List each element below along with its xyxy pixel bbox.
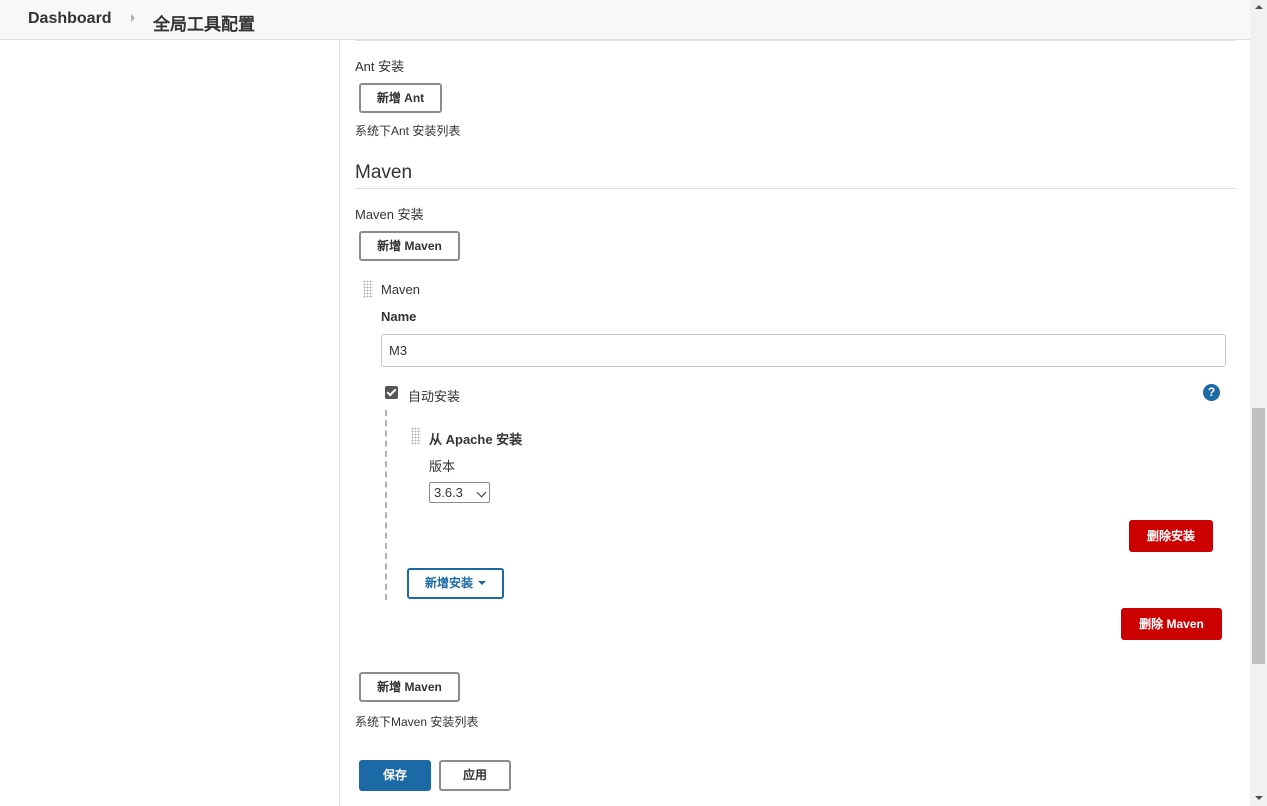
- scrollbar-thumb[interactable]: [1252, 408, 1265, 664]
- ant-description: 系统下Ant 安装列表: [355, 124, 461, 138]
- breadcrumb-dashboard-link[interactable]: Dashboard: [28, 10, 112, 28]
- maven-name-input[interactable]: [381, 334, 1226, 367]
- auto-install-label: 自动安装: [408, 389, 461, 404]
- auto-install-checkbox[interactable]: [385, 386, 398, 399]
- delete-maven-button[interactable]: 删除 Maven: [1121, 608, 1222, 640]
- installer-title: 从 Apache 安装: [429, 432, 523, 447]
- scroll-up-arrow-icon[interactable]: [1255, 5, 1263, 9]
- scroll-down-arrow-icon[interactable]: [1255, 796, 1263, 800]
- ant-install-label: Ant 安装: [355, 59, 405, 74]
- delete-installer-button[interactable]: 删除安装: [1129, 520, 1213, 552]
- add-installer-button[interactable]: 新增安装: [407, 568, 504, 599]
- breadcrumb-chevron-icon[interactable]: [131, 14, 135, 22]
- section-divider: [355, 188, 1235, 189]
- add-ant-button[interactable]: 新增 Ant: [359, 83, 442, 113]
- vertical-scrollbar[interactable]: [1250, 0, 1267, 806]
- name-label: Name: [381, 309, 417, 324]
- main-content: Ant 安装 新增 Ant 系统下Ant 安装列表 Maven Maven 安装…: [340, 40, 1250, 806]
- maven-section-title: Maven: [355, 162, 413, 183]
- version-select-value: 3.6.3: [434, 485, 463, 500]
- add-installer-label: 新增安装: [424, 576, 473, 590]
- breadcrumb-current-page[interactable]: 全局工具配置: [153, 10, 255, 35]
- save-button[interactable]: 保存: [359, 760, 431, 791]
- chevron-down-icon: [476, 487, 487, 498]
- add-maven-button-bottom[interactable]: 新增 Maven: [359, 672, 460, 702]
- maven-description: 系统下Maven 安装列表: [355, 715, 479, 729]
- add-maven-button-top[interactable]: 新增 Maven: [359, 231, 460, 261]
- maven-install-label: Maven 安装: [355, 207, 424, 222]
- section-divider: [355, 40, 1235, 41]
- help-icon[interactable]: ?: [1203, 384, 1220, 401]
- apply-button[interactable]: 应用: [439, 760, 511, 791]
- maven-item-title: Maven: [381, 282, 421, 297]
- drag-handle-icon[interactable]: [411, 427, 421, 445]
- drag-handle-icon[interactable]: [363, 280, 373, 298]
- version-select[interactable]: 3.6.3: [429, 482, 490, 503]
- nested-block-border: [385, 410, 387, 600]
- caret-down-icon: [478, 580, 486, 585]
- breadcrumb-bar: Dashboard 全局工具配置: [0, 0, 1250, 40]
- version-label: 版本: [429, 459, 456, 474]
